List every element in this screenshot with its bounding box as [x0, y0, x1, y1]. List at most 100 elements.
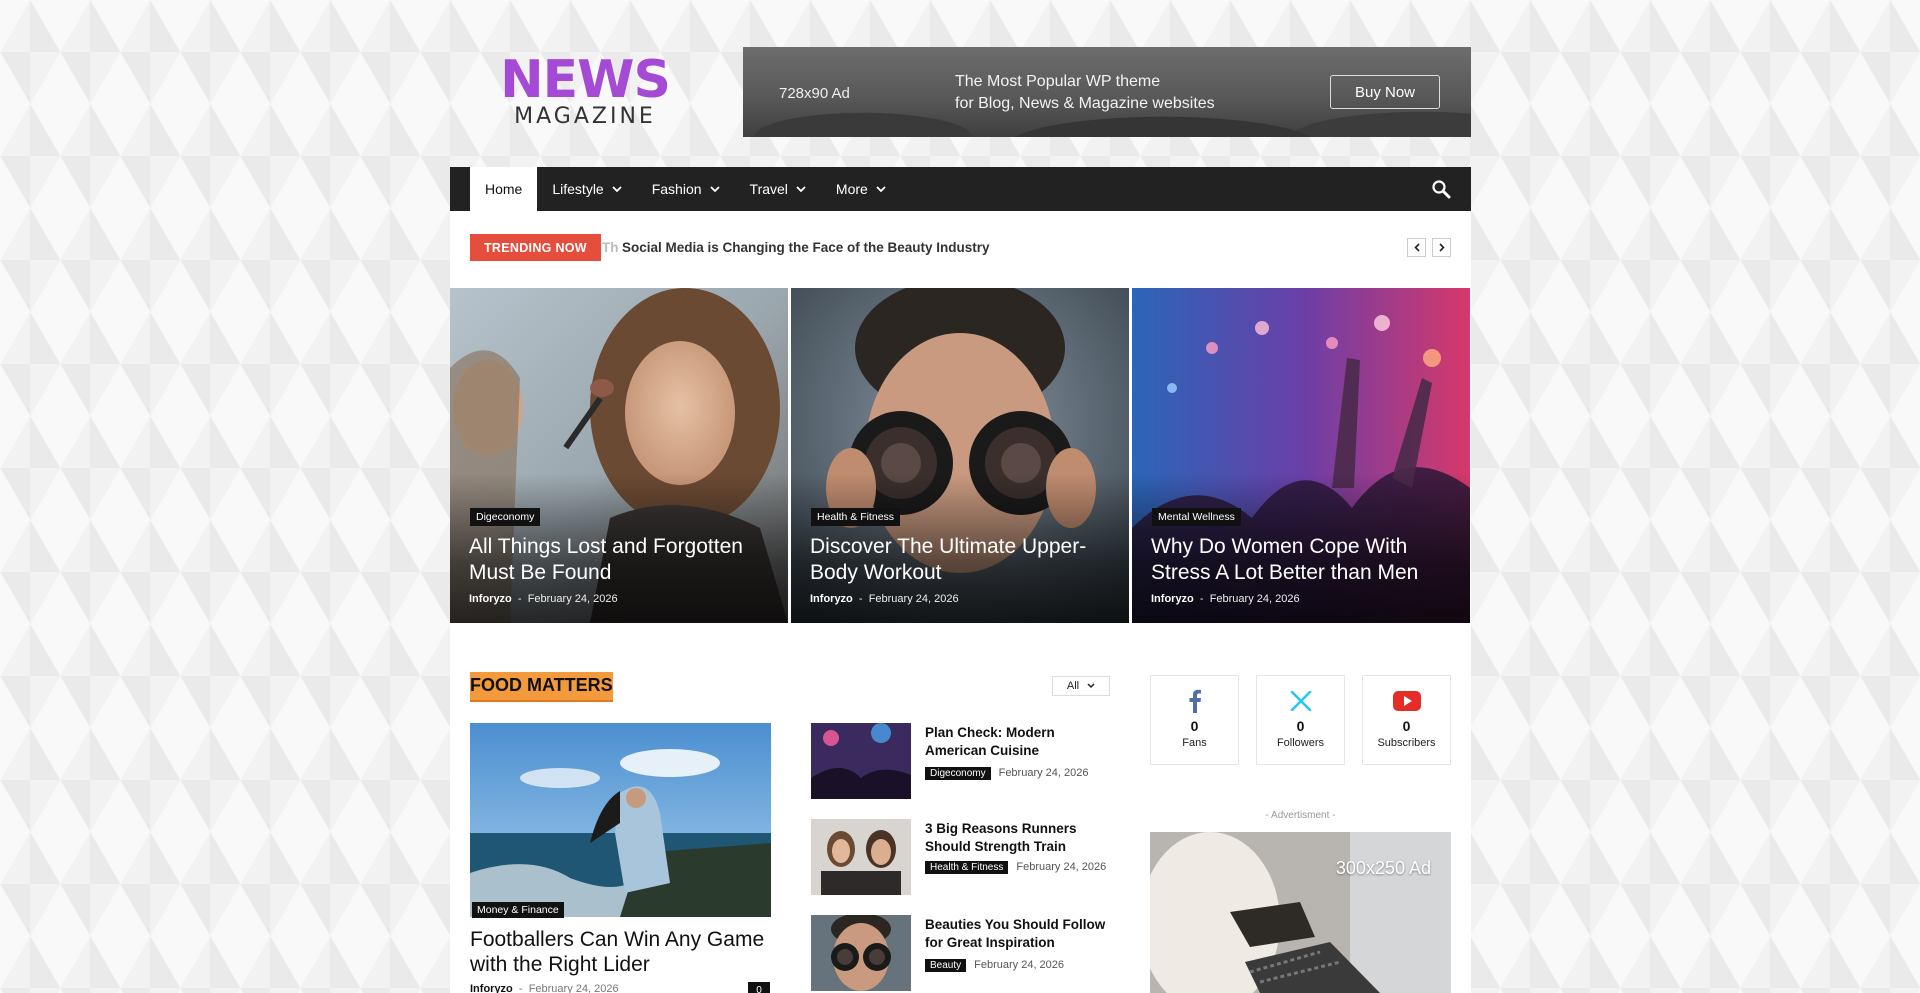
featured-post-card[interactable]: Digeconomy All Things Lost and Forgotten…	[450, 288, 788, 623]
post-date: February 24, 2026	[528, 983, 619, 993]
trending-controls	[1407, 238, 1451, 257]
nav-item-label: Home	[485, 181, 523, 197]
meta-separator: -	[855, 593, 869, 605]
list-item-meta: Digeconomy February 24, 2026	[925, 767, 1115, 780]
nav-item-label: Lifestyle	[552, 181, 604, 197]
social-card-youtube[interactable]: 0 Subscribers	[1362, 675, 1451, 765]
social-label: Fans	[1182, 737, 1207, 749]
post-thumbnail[interactable]	[811, 915, 911, 991]
social-label: Subscribers	[1377, 737, 1436, 749]
trending-headline[interactable]: Social Media is Changing the Face of the…	[622, 240, 990, 255]
post-title[interactable]: Discover The Ultimate Upper-Body Workout	[810, 534, 1115, 586]
social-count: 0	[1296, 718, 1305, 734]
nav-item-more[interactable]: More	[821, 167, 901, 211]
post-author[interactable]: Inforyzo	[1151, 593, 1194, 605]
trending-next-button[interactable]	[1432, 238, 1451, 257]
chevron-right-icon	[1438, 243, 1445, 252]
post-date: February 24, 2026	[974, 959, 1065, 971]
social-count: 0	[1190, 718, 1199, 734]
list-item-title[interactable]: 3 Big Reasons Runners Should Strength Tr…	[925, 820, 1111, 856]
social-icon-wrap	[1151, 688, 1238, 714]
search-icon[interactable]	[1431, 179, 1451, 199]
buy-now-button[interactable]: Buy Now	[1330, 75, 1440, 109]
x-twitter-icon	[1290, 691, 1311, 711]
chevron-left-icon	[1413, 243, 1420, 252]
category-badge[interactable]: Mental Wellness	[1152, 508, 1241, 526]
ad-tagline-line2: for Blog, News & Magazine websites	[955, 95, 1215, 112]
category-badge[interactable]: Digeconomy	[925, 767, 991, 780]
social-icon-wrap	[1257, 688, 1344, 714]
trending-bar: TRENDING NOW Th Social Media is Changing…	[470, 234, 1451, 261]
post-meta: Inforyzo - February 24, 2026	[810, 593, 959, 605]
page-wrapper: NEWS MAGAZINE 728x90 Ad The Most Popular…	[450, 0, 1471, 993]
meta-separator: -	[515, 983, 529, 993]
social-label: Followers	[1276, 737, 1325, 749]
nav-menu: Home Lifestyle Fashion Travel More	[470, 167, 901, 211]
site-header: NEWS MAGAZINE 728x90 Ad The Most Popular…	[450, 0, 1471, 167]
chevron-down-icon	[1087, 683, 1095, 689]
post-date: February 24, 2026	[527, 593, 618, 605]
post-author[interactable]: Inforyzo	[470, 983, 513, 993]
main-post-title[interactable]: Footballers Can Win Any Game with the Ri…	[470, 927, 770, 977]
post-thumbnail[interactable]	[811, 723, 911, 799]
ad-tagline: The Most Popular WP theme for Blog, News…	[955, 71, 1215, 115]
header-ad-banner[interactable]: 728x90 Ad The Most Popular WP theme for …	[743, 47, 1471, 137]
main-post-image[interactable]	[470, 723, 771, 917]
list-item[interactable]: 3 Big Reasons Runners Should Strength Tr…	[811, 819, 1111, 895]
nav-item-fashion[interactable]: Fashion	[637, 167, 735, 211]
youtube-icon	[1392, 691, 1421, 711]
social-card-facebook[interactable]: 0 Fans	[1150, 675, 1239, 765]
ad-size-label: 728x90 Ad	[779, 85, 850, 102]
category-badge[interactable]: Health & Fitness	[811, 508, 901, 526]
social-count: 0	[1402, 718, 1411, 734]
category-badge[interactable]: Digeconomy	[470, 508, 541, 526]
post-title[interactable]: Why Do Women Cope With Stress A Lot Bett…	[1151, 534, 1456, 586]
list-item-title[interactable]: Beauties You Should Follow for Great Ins…	[925, 916, 1111, 952]
post-thumbnail[interactable]	[811, 819, 911, 895]
meta-separator: -	[1196, 593, 1210, 605]
main-post-photo	[470, 723, 771, 917]
advertisement-label: - Advertisment -	[1265, 810, 1336, 821]
nav-item-label: More	[835, 181, 868, 197]
featured-post-card[interactable]: Health & Fitness Discover The Ultimate U…	[791, 288, 1129, 623]
thumbnail-image	[811, 723, 911, 799]
meta-separator: -	[514, 593, 528, 605]
nav-item-travel[interactable]: Travel	[735, 167, 821, 211]
featured-post-card[interactable]: Mental Wellness Why Do Women Cope With S…	[1132, 288, 1470, 623]
content-area: TRENDING NOW Th Social Media is Changing…	[450, 211, 1471, 993]
nav-item-lifestyle[interactable]: Lifestyle	[537, 167, 636, 211]
list-item[interactable]: Plan Check: Modern American Cuisine Dige…	[811, 723, 1111, 799]
post-author[interactable]: Inforyzo	[469, 593, 512, 605]
social-card-twitter[interactable]: 0 Followers	[1256, 675, 1345, 765]
section-title: FOOD MATTERS	[470, 672, 613, 702]
main-post-meta: Inforyzo - February 24, 2026	[470, 983, 619, 993]
filter-label: All	[1066, 680, 1080, 692]
category-badge[interactable]: Money & Finance	[472, 902, 564, 918]
featured-posts-grid: Digeconomy All Things Lost and Forgotten…	[450, 288, 1471, 623]
section-filter-dropdown[interactable]: All	[1052, 676, 1110, 696]
category-badge[interactable]: Health & Fitness	[925, 861, 1009, 874]
social-icon-wrap	[1363, 688, 1450, 714]
post-author[interactable]: Inforyzo	[810, 593, 853, 605]
social-counters: 0 Fans 0 Followers 0 Subscribers	[1150, 675, 1451, 767]
chevron-down-icon	[876, 185, 886, 192]
chevron-down-icon	[796, 185, 806, 192]
post-title[interactable]: All Things Lost and Forgotten Must Be Fo…	[469, 534, 774, 586]
comment-count[interactable]: 0	[748, 982, 770, 993]
post-meta: Inforyzo - February 24, 2026	[1151, 593, 1300, 605]
list-item-title[interactable]: Plan Check: Modern American Cuisine	[925, 724, 1111, 760]
trending-prev-button[interactable]	[1407, 238, 1426, 257]
main-nav: Home Lifestyle Fashion Travel More	[450, 167, 1471, 211]
post-meta: Inforyzo - February 24, 2026	[469, 593, 618, 605]
post-date: February 24, 2026	[1016, 861, 1107, 873]
list-item-meta: Health & Fitness February 24, 2026	[925, 861, 1115, 874]
facebook-icon	[1189, 689, 1201, 713]
sidebar-ad-size: 300x250 Ad	[1335, 858, 1431, 878]
site-logo[interactable]: NEWS MAGAZINE	[492, 54, 678, 129]
list-item[interactable]: Beauties You Should Follow for Great Ins…	[811, 915, 1111, 991]
sidebar-ad[interactable]: 300x250 Ad	[1150, 832, 1451, 993]
category-badge[interactable]: Beauty	[925, 959, 967, 972]
trending-label: TRENDING NOW	[470, 234, 601, 261]
post-date: February 24, 2026	[998, 767, 1089, 779]
nav-item-home[interactable]: Home	[470, 167, 538, 211]
